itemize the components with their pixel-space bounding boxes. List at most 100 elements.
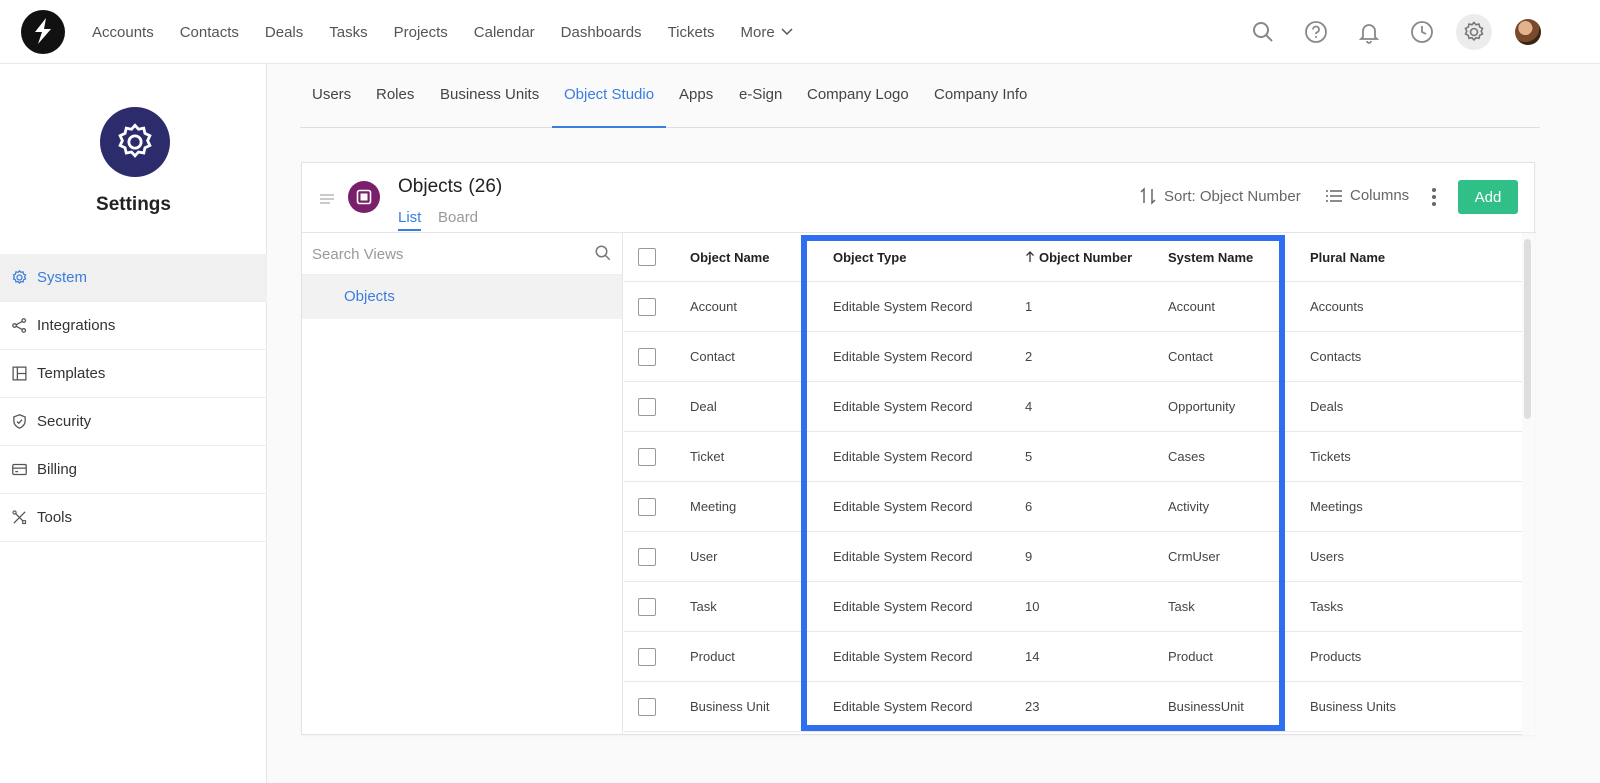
table-row[interactable]: Task Editable System Record 10 Task Task… xyxy=(624,582,1522,632)
clock-icon[interactable] xyxy=(1404,14,1440,50)
gear-icon xyxy=(10,269,28,287)
table-row[interactable]: User Editable System Record 9 CrmUser Us… xyxy=(624,532,1522,582)
cell-plural-name: Products xyxy=(1310,649,1362,664)
search-views xyxy=(302,233,622,275)
table-row[interactable]: Contact Editable System Record 2 Contact… xyxy=(624,332,1522,382)
view-tab-board[interactable]: Board xyxy=(438,209,478,229)
layout-icon xyxy=(10,365,28,383)
nav-link-tasks[interactable]: Tasks xyxy=(329,24,367,41)
nav-link-projects[interactable]: Projects xyxy=(394,24,448,41)
column-header-object-type[interactable]: Object Type xyxy=(833,233,906,281)
cell-plural-name: Users xyxy=(1310,549,1344,564)
cell-object-type: Editable System Record xyxy=(833,349,973,364)
list-icon xyxy=(1326,189,1342,202)
gear-icon[interactable] xyxy=(1456,14,1492,50)
row-checkbox[interactable] xyxy=(638,698,656,716)
views-panel: Objects xyxy=(302,233,623,735)
row-checkbox[interactable] xyxy=(638,598,656,616)
tab-object-studio[interactable]: Object Studio xyxy=(552,64,667,128)
cell-plural-name: Business Units xyxy=(1310,699,1396,714)
sidebar-item-templates[interactable]: Templates xyxy=(0,350,267,398)
app-logo[interactable] xyxy=(21,10,65,54)
cell-object-number: 10 xyxy=(1025,599,1040,614)
bell-icon[interactable] xyxy=(1351,14,1387,50)
cell-object-name: User xyxy=(690,549,718,564)
column-header-system-name[interactable]: System Name xyxy=(1168,233,1253,281)
cell-system-name: Opportunity xyxy=(1168,399,1236,414)
objects-panel: Objects (26) List Board Sort: Object Numb… xyxy=(301,162,1536,735)
column-header-object-name[interactable]: Object Name xyxy=(690,233,769,281)
nav-link-contacts[interactable]: Contacts xyxy=(180,24,239,41)
cell-plural-name: Tickets xyxy=(1310,449,1351,464)
nav-link-dashboards[interactable]: Dashboards xyxy=(561,24,642,41)
cell-object-number: 9 xyxy=(1025,549,1033,564)
table-row[interactable]: Deal Editable System Record 4 Opportunit… xyxy=(624,382,1522,432)
nav-link-calendar[interactable]: Calendar xyxy=(474,24,535,41)
sidebar-item-label: System xyxy=(37,269,88,286)
object-count: (26) xyxy=(468,176,503,197)
more-options-icon[interactable] xyxy=(1426,185,1442,209)
tab-roles[interactable]: Roles xyxy=(376,64,414,128)
table-scrollbar-thumb[interactable] xyxy=(1524,239,1531,419)
chevron-down-icon xyxy=(781,28,793,36)
row-checkbox[interactable] xyxy=(638,498,656,516)
row-checkbox[interactable] xyxy=(638,648,656,666)
row-checkbox[interactable] xyxy=(638,448,656,466)
table-row[interactable]: Product Editable System Record 14 Produc… xyxy=(624,632,1522,682)
cell-object-number: 2 xyxy=(1025,349,1033,364)
columns-button[interactable]: Columns xyxy=(1326,187,1409,204)
sidebar-item-integrations[interactable]: Integrations xyxy=(0,302,267,350)
tab-users[interactable]: Users xyxy=(312,64,351,128)
cell-object-type: Editable System Record xyxy=(833,299,973,314)
tab-e-sign[interactable]: e-Sign xyxy=(739,64,782,128)
view-tab-list[interactable]: List xyxy=(398,209,422,231)
cell-system-name: Cases xyxy=(1168,449,1205,464)
nav-link-tickets[interactable]: Tickets xyxy=(668,24,715,41)
tab-company-info[interactable]: Company Info xyxy=(934,64,1027,128)
cell-system-name: Activity xyxy=(1168,499,1210,514)
arrow-up-icon xyxy=(1025,251,1035,263)
cell-object-type: Editable System Record xyxy=(833,599,973,614)
sidebar-item-tools[interactable]: Tools xyxy=(0,494,267,542)
card-icon xyxy=(10,461,28,479)
sidebar-item-security[interactable]: Security xyxy=(0,398,267,446)
share-icon xyxy=(10,317,28,335)
search-icon[interactable] xyxy=(1245,14,1281,50)
nav-more-menu[interactable]: More xyxy=(741,24,793,41)
table-header-row: Object Name Object Type Object Number Sy… xyxy=(624,233,1522,282)
view-item-objects[interactable]: Objects xyxy=(302,275,622,319)
table-row[interactable]: Account Editable System Record 1 Account… xyxy=(624,282,1522,332)
row-checkbox[interactable] xyxy=(638,398,656,416)
columns-label: Columns xyxy=(1350,187,1410,204)
sort-icon xyxy=(1140,187,1156,205)
nav-link-accounts[interactable]: Accounts xyxy=(92,24,154,41)
settings-tabs: Users Roles Business Units Object Studio… xyxy=(300,64,1540,128)
tab-company-logo[interactable]: Company Logo xyxy=(807,64,909,128)
add-button[interactable]: Add xyxy=(1458,180,1518,214)
table-row[interactable]: Ticket Editable System Record 5 Cases Ti… xyxy=(624,432,1522,482)
page-title-text: Objects xyxy=(398,176,463,197)
user-avatar[interactable] xyxy=(1515,19,1541,45)
column-header-object-number[interactable]: Object Number xyxy=(1025,233,1132,281)
search-icon[interactable] xyxy=(594,244,612,267)
row-checkbox[interactable] xyxy=(638,348,656,366)
tab-apps[interactable]: Apps xyxy=(679,64,713,128)
help-icon[interactable] xyxy=(1298,14,1334,50)
sidebar-item-system[interactable]: System xyxy=(0,254,267,302)
sidebar-item-label: Integrations xyxy=(37,317,116,334)
nav-link-deals[interactable]: Deals xyxy=(265,24,303,41)
cell-system-name: Product xyxy=(1168,649,1213,664)
row-checkbox[interactable] xyxy=(638,298,656,316)
sort-button[interactable]: Sort: Object Number xyxy=(1140,187,1301,205)
sidebar-item-billing[interactable]: Billing xyxy=(0,446,267,494)
tab-business-units[interactable]: Business Units xyxy=(440,64,539,128)
cell-plural-name: Deals xyxy=(1310,399,1344,414)
cell-system-name: BusinessUnit xyxy=(1168,699,1244,714)
column-header-plural-name[interactable]: Plural Name xyxy=(1310,233,1385,281)
table-row[interactable]: Meeting Editable System Record 6 Activit… xyxy=(624,482,1522,532)
search-input[interactable] xyxy=(312,241,582,267)
table-row[interactable]: Business Unit Editable System Record 23 … xyxy=(624,682,1522,732)
select-all-checkbox[interactable] xyxy=(638,248,656,266)
row-checkbox[interactable] xyxy=(638,548,656,566)
drag-handle-icon[interactable] xyxy=(320,191,334,209)
